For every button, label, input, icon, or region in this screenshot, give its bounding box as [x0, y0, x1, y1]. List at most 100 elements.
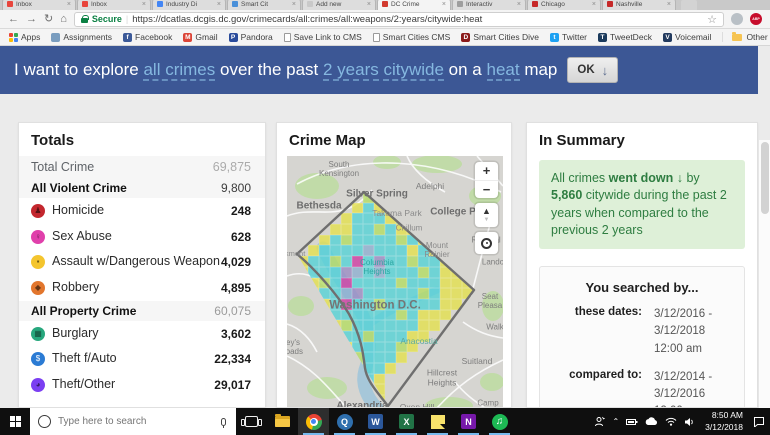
- heat-cell[interactable]: [407, 309, 418, 321]
- heat-cell[interactable]: [407, 266, 418, 278]
- heat-cell[interactable]: [418, 277, 429, 289]
- wifi-icon[interactable]: [665, 417, 677, 426]
- heat-cell[interactable]: [407, 341, 418, 353]
- heat-cell[interactable]: [319, 266, 330, 278]
- excel-taskbar-button[interactable]: X: [391, 408, 422, 435]
- totals-row[interactable]: ◕ Theft/Other 29,017: [19, 372, 265, 398]
- heat-cell[interactable]: [341, 224, 352, 235]
- tab-close-icon[interactable]: ×: [442, 1, 446, 8]
- heat-cell[interactable]: [385, 341, 396, 353]
- bookmark-item[interactable]: Assignments: [51, 32, 112, 42]
- totals-row[interactable]: ▪ Assault w/Dangerous Weapon 4,029: [19, 249, 265, 275]
- heat-cell[interactable]: [385, 266, 396, 278]
- tab-close-icon[interactable]: ×: [592, 1, 596, 8]
- page-scrollbar[interactable]: [758, 140, 770, 435]
- heat-cell[interactable]: [374, 266, 385, 278]
- chrome-taskbar-button[interactable]: [298, 408, 329, 435]
- sticky-notes-taskbar-button[interactable]: [422, 408, 453, 435]
- new-tab-button[interactable]: [681, 0, 697, 10]
- bookmark-item[interactable]: M Gmail: [183, 32, 218, 42]
- app-q-taskbar-button[interactable]: Q: [329, 408, 360, 435]
- onedrive-cloud-icon[interactable]: [645, 417, 658, 426]
- heat-cell[interactable]: [319, 245, 330, 257]
- heat-cell[interactable]: [341, 298, 352, 310]
- heat-cell[interactable]: [341, 256, 352, 267]
- heat-cell[interactable]: [341, 277, 352, 289]
- heat-cell[interactable]: [363, 202, 374, 214]
- heat-cell[interactable]: [363, 320, 374, 331]
- heat-cell[interactable]: [407, 245, 418, 257]
- task-view-taskbar-button[interactable]: [236, 408, 267, 435]
- heat-cell[interactable]: [374, 341, 385, 353]
- pitch-down-icon[interactable]: ▼: [475, 216, 498, 227]
- heat-cell[interactable]: [451, 288, 462, 299]
- heat-cell[interactable]: [352, 288, 363, 299]
- word-taskbar-button[interactable]: W: [360, 408, 391, 435]
- heat-cell[interactable]: [407, 277, 418, 289]
- heat-cell[interactable]: [418, 330, 429, 342]
- heat-cell[interactable]: [352, 213, 363, 225]
- heat-cell[interactable]: [385, 363, 396, 374]
- heat-cell[interactable]: [440, 288, 451, 299]
- heat-cell[interactable]: [352, 234, 363, 246]
- heat-cell[interactable]: [396, 341, 407, 353]
- heat-cell[interactable]: [330, 256, 341, 267]
- heat-cell[interactable]: [418, 309, 429, 321]
- heat-cell[interactable]: [363, 234, 374, 246]
- heat-cell[interactable]: [385, 224, 396, 235]
- heat-cell[interactable]: [396, 234, 407, 246]
- bookmark-item[interactable]: t Twitter: [549, 32, 587, 42]
- heat-cell[interactable]: [374, 309, 385, 321]
- heat-cell[interactable]: [407, 288, 418, 299]
- heat-cell[interactable]: [341, 266, 352, 278]
- onenote-taskbar-button[interactable]: N: [453, 408, 484, 435]
- battery-icon[interactable]: [626, 418, 638, 426]
- banner-filter-link[interactable]: 2 years: [323, 60, 379, 81]
- tab-close-icon[interactable]: ×: [667, 1, 671, 8]
- url-text[interactable]: https://dcatlas.dcgis.dc.gov/crimecards/…: [132, 14, 703, 25]
- bookmark-item[interactable]: D Smart Cities Dive: [461, 32, 539, 42]
- other-bookmarks[interactable]: Other bookmark: [722, 31, 770, 42]
- heat-cell[interactable]: [407, 330, 418, 342]
- microphone-icon[interactable]: [221, 417, 226, 428]
- heat-cell[interactable]: [363, 266, 374, 278]
- heat-cell[interactable]: [418, 320, 429, 331]
- heat-cell[interactable]: [374, 320, 385, 331]
- tray-expand-icon[interactable]: ⌃: [612, 417, 619, 426]
- extension-icon[interactable]: [731, 13, 743, 25]
- heat-cell[interactable]: [363, 298, 374, 310]
- heat-cell[interactable]: [418, 256, 429, 267]
- bookmark-star-icon[interactable]: ☆: [707, 13, 717, 26]
- speaker-icon[interactable]: [684, 417, 695, 427]
- tab-close-icon[interactable]: ×: [217, 1, 221, 8]
- geolocate-button[interactable]: [475, 232, 498, 254]
- action-center-icon[interactable]: [753, 416, 765, 427]
- heat-cell[interactable]: [396, 245, 407, 257]
- heat-cell[interactable]: [341, 288, 352, 299]
- heat-cell[interactable]: [396, 277, 407, 289]
- heat-cell[interactable]: [352, 298, 363, 310]
- people-icon[interactable]: [594, 416, 606, 427]
- heat-cell[interactable]: [396, 266, 407, 278]
- heat-cell[interactable]: [407, 298, 418, 310]
- heat-cell[interactable]: [352, 256, 363, 267]
- pitch-up-icon[interactable]: ▲: [475, 203, 498, 216]
- heat-cell[interactable]: [319, 256, 330, 267]
- tab-close-icon[interactable]: ×: [67, 1, 71, 8]
- ok-button[interactable]: OK ↓: [567, 57, 619, 83]
- totals-row[interactable]: ▦ Burglary 3,602: [19, 321, 265, 347]
- tab-close-icon[interactable]: ×: [292, 1, 296, 8]
- heat-cell[interactable]: [363, 330, 374, 342]
- taskbar-search[interactable]: [30, 408, 236, 435]
- file-explorer-taskbar-button[interactable]: [267, 408, 298, 435]
- browser-tab[interactable]: Industry Di ×: [152, 0, 226, 10]
- heat-cell[interactable]: [330, 245, 341, 257]
- bookmark-item[interactable]: Smart Cities CMS: [372, 32, 450, 42]
- heat-cell[interactable]: [352, 320, 363, 331]
- heat-cell[interactable]: [385, 330, 396, 342]
- heat-cell[interactable]: [374, 298, 385, 310]
- heat-cell[interactable]: [451, 277, 462, 289]
- home-button[interactable]: ⌂: [60, 13, 67, 25]
- heat-cell[interactable]: [363, 256, 374, 267]
- heat-cell[interactable]: [363, 245, 374, 257]
